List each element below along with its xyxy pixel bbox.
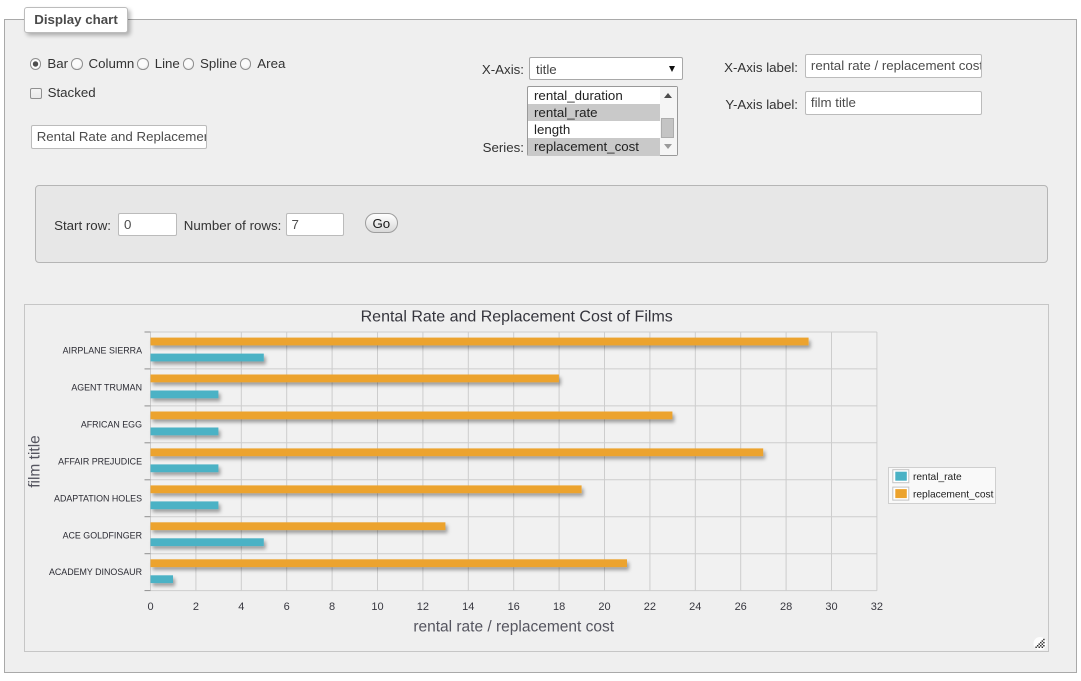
svg-text:ADAPTATION HOLES: ADAPTATION HOLES bbox=[54, 493, 142, 503]
svg-text:32: 32 bbox=[871, 601, 883, 613]
svg-text:30: 30 bbox=[825, 601, 837, 613]
svg-text:AGENT TRUMAN: AGENT TRUMAN bbox=[71, 382, 142, 392]
svg-text:AFFAIR PREJUDICE: AFFAIR PREJUDICE bbox=[58, 456, 142, 466]
svg-text:24: 24 bbox=[689, 601, 701, 613]
svg-text:replacement_cost: replacement_cost bbox=[913, 489, 994, 500]
svg-text:6: 6 bbox=[284, 601, 290, 613]
svg-text:16: 16 bbox=[508, 601, 520, 613]
svg-text:ACADEMY DINOSAUR: ACADEMY DINOSAUR bbox=[49, 567, 142, 577]
svg-text:8: 8 bbox=[329, 601, 335, 613]
svg-text:12: 12 bbox=[417, 601, 429, 613]
svg-text:rental rate / replacement cost: rental rate / replacement cost bbox=[413, 618, 614, 635]
svg-text:26: 26 bbox=[735, 601, 747, 613]
svg-text:20: 20 bbox=[598, 601, 610, 613]
svg-text:0: 0 bbox=[147, 601, 153, 613]
svg-text:14: 14 bbox=[462, 601, 474, 613]
svg-text:22: 22 bbox=[644, 601, 656, 613]
svg-text:rental_rate: rental_rate bbox=[913, 471, 962, 482]
svg-text:ACE GOLDFINGER: ACE GOLDFINGER bbox=[63, 530, 142, 540]
svg-text:Rental Rate and Replacement Co: Rental Rate and Replacement Cost of Film… bbox=[361, 308, 673, 325]
svg-text:2: 2 bbox=[193, 601, 199, 613]
svg-text:AFRICAN EGG: AFRICAN EGG bbox=[81, 419, 142, 429]
svg-text:4: 4 bbox=[238, 601, 244, 613]
svg-text:film title: film title bbox=[27, 435, 44, 488]
svg-text:28: 28 bbox=[780, 601, 792, 613]
svg-text:AIRPLANE SIERRA: AIRPLANE SIERRA bbox=[63, 345, 142, 355]
svg-text:18: 18 bbox=[553, 601, 565, 613]
svg-text:10: 10 bbox=[371, 601, 383, 613]
